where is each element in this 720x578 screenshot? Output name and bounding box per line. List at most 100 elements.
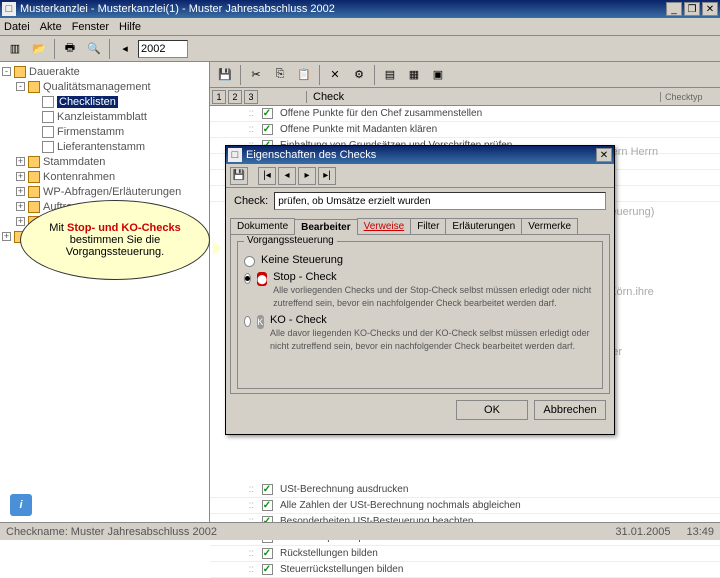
tab-filter[interactable]: Filter — [410, 218, 446, 234]
ct-props-icon[interactable]: ⚙ — [348, 64, 370, 86]
ct-save-icon[interactable]: 💾 — [214, 64, 236, 86]
tree-item-label: Firmenstamm — [57, 126, 124, 138]
status-time: 13:49 — [686, 526, 714, 538]
tree-item[interactable]: +WP-Abfragen/Erläuterungen — [2, 184, 207, 199]
radio-title: KO - Check — [270, 314, 327, 326]
tab-bearbeiter[interactable]: Bearbeiter — [294, 219, 357, 235]
htab-1[interactable]: 1 — [212, 90, 226, 104]
check-text: USt-Berechnung ausdrucken — [276, 484, 720, 495]
dialog-save-icon[interactable]: 💾 — [230, 167, 248, 185]
check-box-icon[interactable] — [262, 124, 273, 135]
check-box-icon[interactable] — [262, 484, 273, 495]
tree-item[interactable]: -Qualitätsmanagement — [2, 79, 207, 94]
ct-paste-icon[interactable]: 📋 — [293, 64, 315, 86]
radio-icon[interactable] — [244, 273, 251, 284]
callout-bubble: Mit Stop- und KO-Checks bestimmen Sie di… — [20, 200, 210, 280]
check-field-input[interactable] — [274, 192, 606, 210]
ct-cut-icon[interactable]: ✂ — [245, 64, 267, 86]
menu-akte[interactable]: Akte — [40, 21, 62, 33]
check-box-icon[interactable] — [262, 108, 273, 119]
tree-item[interactable]: Checklisten — [2, 94, 207, 109]
tab-verweise[interactable]: Verweise — [357, 218, 412, 234]
tree-item[interactable]: +Kontenrahmen — [2, 169, 207, 184]
content-toolbar: 💾 ✂ ⎘ 📋 ✕ ⚙ ▤ ▦ ▣ — [210, 62, 720, 88]
tree-item[interactable]: -Dauerakte — [2, 64, 207, 79]
tree-item[interactable]: Firmenstamm — [2, 124, 207, 139]
nav-last-icon[interactable]: ▸| — [318, 167, 336, 185]
check-row[interactable]: ::Steuerrückstellungen bilden — [210, 562, 720, 578]
status-text: Checkname: Muster Jahresabschluss 2002 — [6, 526, 217, 538]
properties-dialog: □ Eigenschaften des Checks ✕ 💾 |◂ ◂ ▸ ▸|… — [225, 145, 615, 435]
tree-item-label: Checklisten — [57, 96, 118, 108]
htab-2[interactable]: 2 — [228, 90, 242, 104]
info-icon[interactable]: i — [10, 494, 32, 516]
check-row[interactable]: ::Offene Punkte für den Chef zusammenste… — [210, 106, 720, 122]
minimize-button[interactable]: _ — [666, 2, 682, 16]
doc-icon — [42, 96, 54, 108]
check-row[interactable]: ::Alle Zahlen der USt-Berechnung nochmal… — [210, 498, 720, 514]
ct-delete-icon[interactable]: ✕ — [324, 64, 346, 86]
tree-item-label: WP-Abfragen/Erläuterungen — [43, 186, 181, 198]
nav-first-icon[interactable]: |◂ — [258, 167, 276, 185]
tab-dokumente[interactable]: Dokumente — [230, 218, 295, 234]
tool-preview-icon[interactable]: 🔍 — [83, 38, 105, 60]
radio-option[interactable]: ⬤Stop - CheckAlle vorliegenden Checks un… — [244, 271, 596, 310]
tab-erlaeuterungen[interactable]: Erläuterungen — [445, 218, 522, 234]
tool-open-icon[interactable]: 📂 — [28, 38, 50, 60]
group-legend: Vorgangssteuerung — [244, 235, 337, 246]
tree-item-label: Qualitätsmanagement — [43, 81, 151, 93]
radio-option[interactable]: KKO - CheckAlle davor liegenden KO-Check… — [244, 314, 596, 353]
folder-icon — [28, 171, 40, 183]
folder-icon — [28, 186, 40, 198]
check-row[interactable]: ::Offene Punkte mit Madanten klären — [210, 122, 720, 138]
menu-fenster[interactable]: Fenster — [72, 21, 109, 33]
tree-item[interactable]: +Stammdaten — [2, 154, 207, 169]
menu-bar: Datei Akte Fenster Hilfe — [0, 18, 720, 36]
radio-title: Keine Steuerung — [261, 254, 343, 266]
ct-view3-icon[interactable]: ▣ — [427, 64, 449, 86]
ct-view1-icon[interactable]: ▤ — [379, 64, 401, 86]
col-check[interactable]: Check — [306, 91, 660, 103]
folder-tree[interactable]: -Dauerakte-Qualitätsmanagement Checkliste… — [0, 62, 210, 522]
check-field-label: Check: — [234, 195, 268, 207]
check-text: Steuerrückstellungen bilden — [276, 564, 720, 575]
window-title: Musterkanzlei - Musterkanzlei(1) - Muste… — [20, 3, 666, 15]
year-input[interactable] — [138, 40, 188, 58]
doc-icon — [42, 126, 54, 138]
ok-button[interactable]: OK — [456, 400, 528, 420]
htab-3[interactable]: 3 — [244, 90, 258, 104]
nav-prev-icon[interactable]: ◂ — [278, 167, 296, 185]
tool-print-icon[interactable]: 🖶 — [59, 38, 81, 60]
close-button[interactable]: ✕ — [702, 2, 718, 16]
tree-item-label: Dauerakte — [29, 66, 80, 78]
check-box-icon[interactable] — [262, 500, 273, 511]
check-list-header: 1 2 3 Check Checktyp — [210, 88, 720, 106]
tree-item[interactable]: Kanzleistammblatt — [2, 109, 207, 124]
tool-new-icon[interactable]: ▥ — [4, 38, 26, 60]
check-row[interactable]: ::Rückstellungen bilden — [210, 546, 720, 562]
radio-icon[interactable] — [244, 316, 251, 327]
maximize-button[interactable]: ❐ — [684, 2, 700, 16]
radio-icon[interactable] — [244, 256, 255, 267]
check-box-icon[interactable] — [262, 548, 273, 559]
col-checktyp[interactable]: Checktyp — [660, 92, 720, 102]
obscured-content: intern Herrn Steuerung) ...Körn.ihre t b… — [600, 142, 720, 362]
check-text: Rückstellungen bilden — [276, 548, 720, 559]
check-row[interactable]: ::USt-Berechnung ausdrucken — [210, 482, 720, 498]
tree-item[interactable]: Lieferantenstamm — [2, 139, 207, 154]
radio-title: Stop - Check — [273, 271, 337, 283]
status-bar: Checkname: Muster Jahresabschluss 2002 3… — [0, 522, 720, 540]
folder-icon — [28, 156, 40, 168]
menu-datei[interactable]: Datei — [4, 21, 30, 33]
tab-vermerke[interactable]: Vermerke — [521, 218, 578, 234]
menu-hilfe[interactable]: Hilfe — [119, 21, 141, 33]
check-text: Offene Punkte mit Madanten klären — [276, 124, 720, 135]
ct-copy-icon[interactable]: ⎘ — [269, 64, 291, 86]
cancel-button[interactable]: Abbrechen — [534, 400, 606, 420]
radio-option[interactable]: Keine Steuerung — [244, 254, 596, 267]
ct-view2-icon[interactable]: ▦ — [403, 64, 425, 86]
check-box-icon[interactable] — [262, 564, 273, 575]
dialog-close-button[interactable]: ✕ — [596, 148, 612, 162]
nav-next-icon[interactable]: ▸ — [298, 167, 316, 185]
tool-year-prev-icon[interactable]: ◂ — [114, 38, 136, 60]
